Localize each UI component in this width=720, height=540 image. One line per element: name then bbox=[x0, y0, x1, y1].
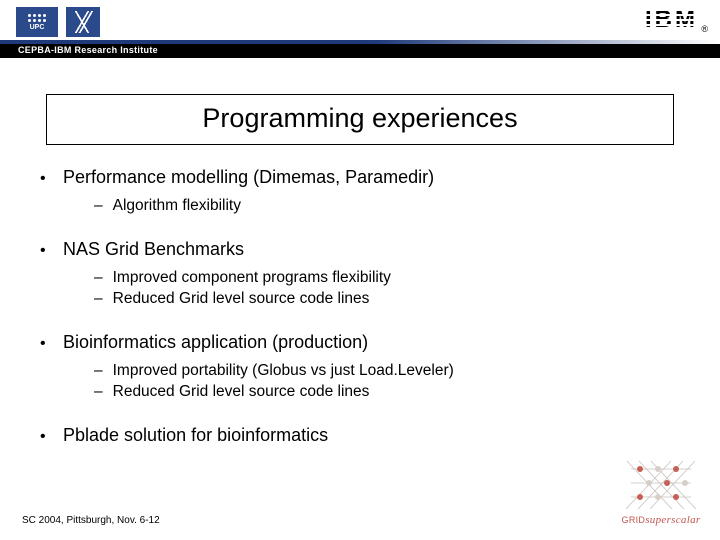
sub-item: –Improved component programs flexibility bbox=[94, 268, 680, 289]
grid-label: GRIDsuperscalar bbox=[616, 514, 706, 526]
bsc-logo-icon bbox=[66, 7, 100, 37]
page-title: Programming experiences bbox=[57, 103, 663, 134]
sub-item: –Improved portability (Globus vs just Lo… bbox=[94, 361, 680, 382]
bullet-text: NAS Grid Benchmarks bbox=[63, 239, 244, 260]
sub-item: –Reduced Grid level source code lines bbox=[94, 382, 680, 403]
title-box: Programming experiences bbox=[46, 94, 674, 145]
institute-bar-text: CEPBA-IBM Research Institute bbox=[18, 45, 158, 55]
bullet-dot-icon: • bbox=[40, 243, 45, 259]
grid-superscalar-logo: GRIDsuperscalar bbox=[616, 459, 706, 526]
sub-list: –Algorithm flexibility bbox=[94, 196, 680, 217]
slide-header: UPC IBM ® CEPBA-IBM Research Institute bbox=[0, 0, 720, 58]
bullet-text: Performance modelling (Dimemas, Paramedi… bbox=[63, 167, 434, 188]
main-list: • Performance modelling (Dimemas, Parame… bbox=[40, 167, 680, 446]
ibm-registered: ® bbox=[701, 24, 708, 34]
bullet-text: Pblade solution for bioinformatics bbox=[63, 425, 328, 446]
bullet-item: • Bioinformatics application (production… bbox=[40, 332, 680, 403]
bullet-dot-icon: • bbox=[40, 336, 45, 352]
bullet-dot-icon: • bbox=[40, 171, 45, 187]
sub-item: –Algorithm flexibility bbox=[94, 196, 680, 217]
upc-label: UPC bbox=[30, 24, 45, 31]
ibm-logo-icon: IBM bbox=[645, 6, 698, 34]
bullet-dot-icon: • bbox=[40, 429, 45, 445]
bullet-text: Bioinformatics application (production) bbox=[63, 332, 368, 353]
institute-bar: CEPBA-IBM Research Institute bbox=[0, 40, 720, 58]
content-area: • Performance modelling (Dimemas, Parame… bbox=[0, 145, 720, 446]
sub-item: –Reduced Grid level source code lines bbox=[94, 289, 680, 310]
sub-list: –Improved component programs flexibility… bbox=[94, 268, 680, 310]
logo-row: UPC bbox=[0, 0, 720, 40]
bullet-item: • Performance modelling (Dimemas, Parame… bbox=[40, 167, 680, 217]
sub-list: –Improved portability (Globus vs just Lo… bbox=[94, 361, 680, 403]
upc-logo-icon: UPC bbox=[16, 7, 58, 37]
gradient-strip-icon bbox=[0, 40, 720, 44]
lattice-icon bbox=[626, 459, 696, 513]
bullet-item: • NAS Grid Benchmarks –Improved componen… bbox=[40, 239, 680, 310]
footer-text: SC 2004, Pittsburgh, Nov. 6-12 bbox=[22, 515, 160, 526]
bullet-item: • Pblade solution for bioinformatics bbox=[40, 425, 680, 446]
